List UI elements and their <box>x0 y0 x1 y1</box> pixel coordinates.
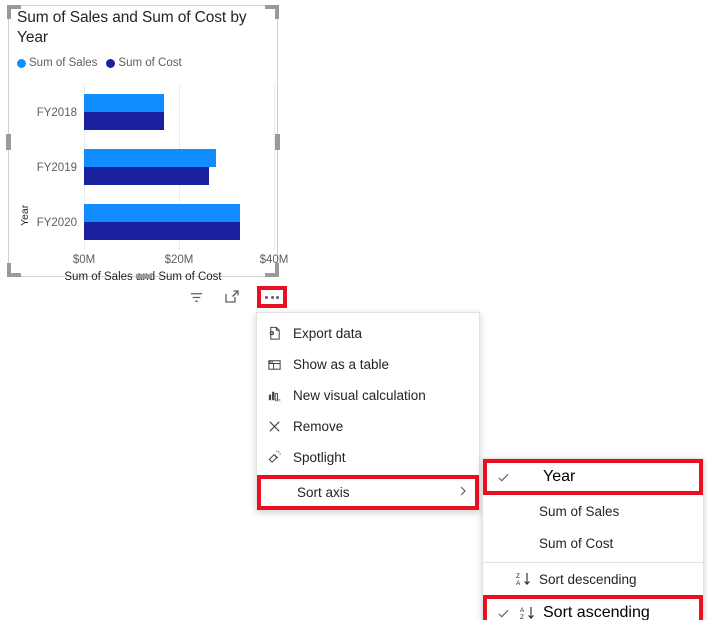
spotlight-icon <box>267 450 293 465</box>
svg-text:Z: Z <box>520 614 524 620</box>
legend-label-sales: Sum of Sales <box>29 57 98 69</box>
gridline <box>274 84 275 249</box>
submenu-item-sum-of-cost[interactable]: Sum of Cost <box>483 527 703 559</box>
chart-visual-container[interactable]: Sum of Sales and Sum of Cost by Year Sum… <box>6 5 288 283</box>
filter-icon[interactable] <box>185 287 207 307</box>
submenu-item-sort-descending[interactable]: Z A Sort descending <box>483 563 703 595</box>
page-title: Sum of Sales and Sum of Cost by Year <box>17 9 247 46</box>
menu-item-spotlight[interactable]: Spotlight <box>257 442 479 473</box>
export-data-icon <box>267 326 293 341</box>
menu-item-export-data[interactable]: Export data <box>257 318 479 349</box>
more-options-icon <box>265 295 279 299</box>
category-label: FY2019 <box>36 161 77 174</box>
menu-item-label: Spotlight <box>293 450 346 465</box>
bar-sales[interactable] <box>84 148 217 167</box>
category-label: FY2018 <box>36 106 77 119</box>
menu-item-remove[interactable]: Remove <box>257 411 479 442</box>
legend-item-sum-of-sales[interactable]: Sum of Sales <box>17 57 97 69</box>
resize-handle-left-middle[interactable] <box>6 134 11 150</box>
y-axis-title: Year <box>19 204 31 226</box>
legend-swatch-cost <box>106 58 116 68</box>
sort-ascending-icon: A Z <box>519 605 543 620</box>
submenu-item-label: Sort descending <box>539 571 637 587</box>
submenu-item-year[interactable]: Year <box>483 459 703 495</box>
menu-item-label: Show as a table <box>293 357 390 372</box>
chart-legend: Sum of Sales Sum of Cost <box>17 57 182 69</box>
svg-text:A: A <box>516 580 521 587</box>
x-tick-label: $0M <box>72 254 96 266</box>
submenu-item-label: Sum of Cost <box>539 535 614 551</box>
resize-handle-bottom-middle[interactable] <box>136 274 152 279</box>
submenu-item-label: Year <box>543 468 576 485</box>
legend-swatch-sales <box>17 58 26 68</box>
bar-cost[interactable] <box>84 166 209 185</box>
bar-sales[interactable] <box>84 93 164 112</box>
x-tick-label: $40M <box>259 254 289 266</box>
menu-item-label: Sort axis <box>297 485 350 500</box>
submenu-item-sort-ascending[interactable]: A Z Sort ascending <box>483 595 703 620</box>
context-menu[interactable]: Export data Show as a table fx New visua… <box>256 312 480 511</box>
check-icon <box>497 607 519 620</box>
sort-axis-submenu[interactable]: Year Sum of Sales Sum of Cost Z A Sort d… <box>482 458 704 620</box>
chart-plot: Year FY2018 FY2019 FY2020 $0M $20M $40M Sum … <box>9 78 288 283</box>
chevron-right-icon <box>457 484 469 502</box>
show-as-table-icon <box>267 357 293 372</box>
bar-cost[interactable] <box>84 221 240 240</box>
submenu-item-label: Sort ascending <box>543 604 650 620</box>
bar-cost[interactable] <box>84 111 164 130</box>
visual-header-toolbar <box>185 286 287 308</box>
menu-item-label: Export data <box>293 326 363 341</box>
resize-handle-top-left-h[interactable] <box>7 5 21 9</box>
submenu-item-sum-of-sales[interactable]: Sum of Sales <box>483 495 703 527</box>
legend-label-cost: Sum of Cost <box>118 57 182 69</box>
legend-item-sum-of-cost[interactable]: Sum of Cost <box>106 57 182 69</box>
menu-item-sort-axis[interactable]: Sort axis <box>257 475 479 510</box>
focus-mode-icon[interactable] <box>221 287 243 307</box>
menu-item-new-visual-calculation[interactable]: fx New visual calculation <box>257 380 479 411</box>
x-tick-label: $20M <box>164 254 194 266</box>
menu-item-show-as-a-table[interactable]: Show as a table <box>257 349 479 380</box>
bar-group: FY2020 <box>37 194 274 249</box>
sort-descending-icon: Z A <box>515 571 539 587</box>
bar-group: FY2018 <box>37 84 274 139</box>
submenu-item-label: Sum of Sales <box>539 503 620 519</box>
resize-handle-right-middle[interactable] <box>275 134 280 150</box>
svg-text:fx: fx <box>277 397 282 403</box>
bar-group: FY2019 <box>37 139 274 194</box>
category-label: FY2020 <box>36 216 77 229</box>
svg-text:Z: Z <box>516 573 520 580</box>
plot-area: FY2018 FY2019 FY2020 <box>37 84 275 249</box>
svg-text:A: A <box>520 607 525 614</box>
more-options-button[interactable] <box>257 286 287 308</box>
resize-handle-bottom-left-h[interactable] <box>7 273 21 277</box>
check-icon <box>497 471 519 484</box>
menu-item-label: Remove <box>293 419 344 434</box>
menu-item-label: New visual calculation <box>293 388 426 403</box>
new-visual-calculation-icon: fx <box>267 388 293 403</box>
bar-sales[interactable] <box>84 203 240 222</box>
remove-icon <box>267 419 293 434</box>
resize-handle-bottom-right-h[interactable] <box>265 273 279 277</box>
resize-handle-top-right-h[interactable] <box>265 5 279 9</box>
